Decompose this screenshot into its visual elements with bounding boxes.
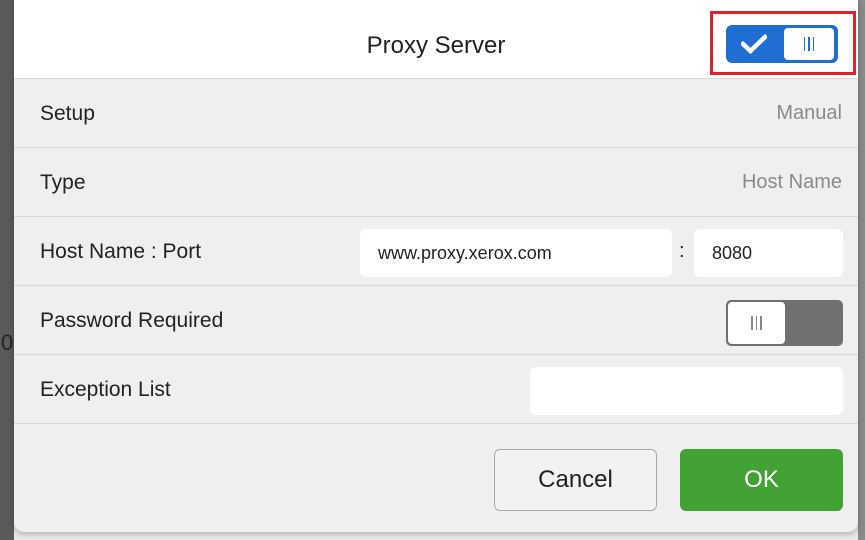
toggle-knob: [784, 28, 834, 60]
grip-lines-icon: [751, 316, 762, 330]
password-required-label: Password Required: [40, 309, 224, 332]
proxy-server-dialog: Proxy Server Setup Manual Type Host Name…: [14, 0, 858, 532]
port-input[interactable]: [694, 229, 843, 277]
background-edge-right: [858, 0, 865, 540]
proxy-enable-toggle[interactable]: [726, 25, 838, 63]
exception-list-input[interactable]: [530, 367, 843, 415]
host-name-input[interactable]: [360, 229, 672, 277]
setup-label: Setup: [40, 102, 95, 125]
checkmark-icon: [726, 25, 782, 63]
background-text-fragment: 0: [1, 330, 14, 355]
cancel-button[interactable]: Cancel: [494, 449, 657, 511]
setup-row[interactable]: Setup Manual: [14, 79, 858, 148]
exception-list-label: Exception List: [40, 378, 171, 401]
type-value: Host Name: [741, 171, 842, 193]
toggle-knob: [728, 302, 785, 344]
type-label: Type: [40, 171, 86, 194]
setup-value: Manual: [776, 102, 842, 124]
exception-list-row: Exception List: [14, 355, 858, 424]
host-port-row: Host Name : Port :: [14, 217, 858, 286]
host-port-separator: :: [679, 240, 685, 262]
background-edge: [0, 0, 14, 540]
password-required-toggle[interactable]: [726, 300, 843, 346]
grip-lines-icon: [803, 37, 815, 51]
host-port-label: Host Name : Port: [40, 240, 202, 263]
ok-button[interactable]: OK: [680, 449, 843, 511]
type-row[interactable]: Type Host Name: [14, 148, 858, 217]
